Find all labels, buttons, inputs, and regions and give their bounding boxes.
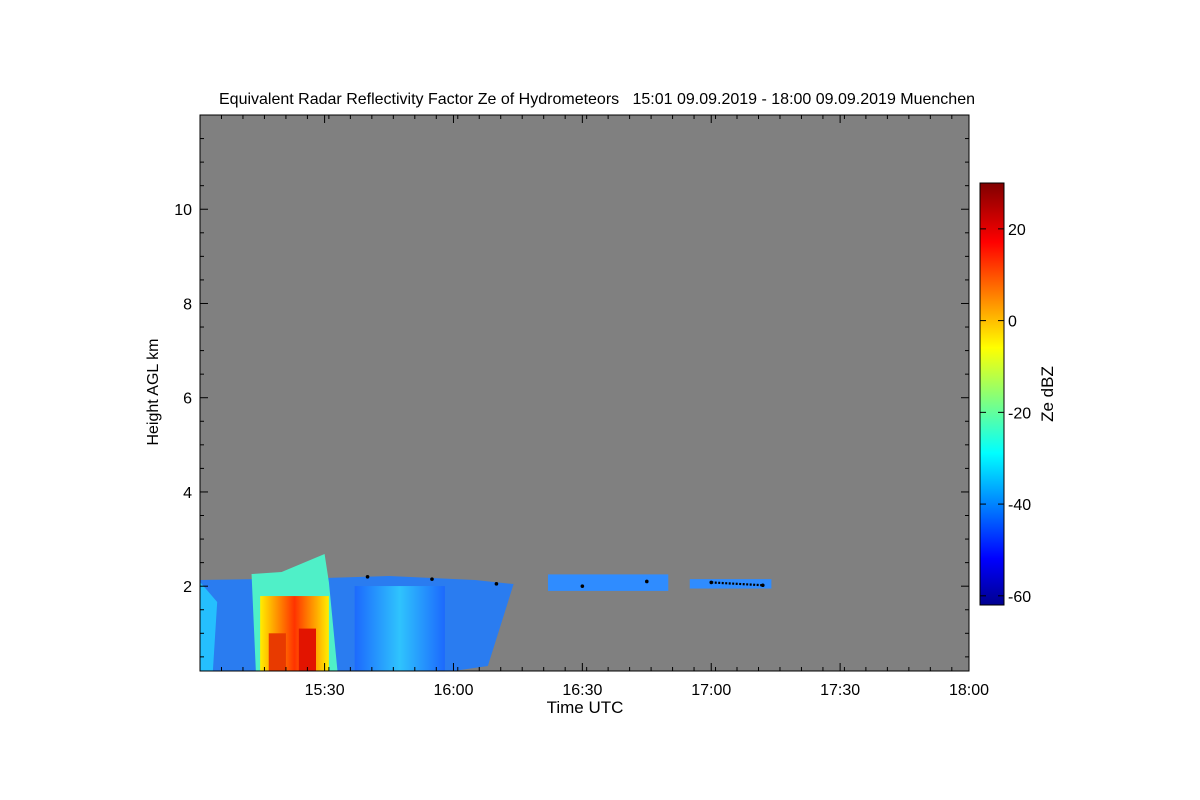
colorbar-tick-label: 20 — [1008, 222, 1026, 239]
x-tick-label: 16:30 — [562, 682, 602, 699]
cloud-base-point — [365, 574, 370, 579]
cloud-base-point — [760, 583, 765, 588]
cloud-base-point — [430, 577, 434, 581]
cloud-base-point — [494, 582, 499, 586]
echo-region — [547, 574, 669, 591]
colorbar-label: Ze dBZ — [1038, 366, 1057, 422]
y-tick-label: 10 — [174, 202, 192, 219]
colorbar-tick-label: -60 — [1008, 589, 1031, 606]
echo-peak-column — [298, 628, 316, 671]
colorbar-tick-label: -40 — [1008, 497, 1031, 514]
colorbar — [979, 182, 1005, 606]
x-tick-label: 17:00 — [691, 682, 731, 699]
x-tick-label: 15:30 — [305, 682, 345, 699]
colorbar-tick-label: -20 — [1008, 405, 1031, 422]
colorbar-tick-label: 0 — [1008, 314, 1017, 331]
cloud-base-point — [580, 584, 585, 588]
echo-peak-column — [268, 633, 286, 671]
x-tick-label: 18:00 — [949, 682, 989, 699]
chart-title: Equivalent Radar Reflectivity Factor Ze … — [219, 91, 975, 108]
echo-fallstreaks — [354, 586, 445, 671]
y-tick-label: 6 — [183, 391, 192, 408]
radar-chart: Equivalent Radar Reflectivity Factor Ze … — [145, 91, 1057, 717]
x-tick-label: 16:00 — [433, 682, 473, 699]
x-axis-label: Time UTC — [547, 698, 624, 717]
y-tick-label: 4 — [183, 485, 192, 502]
y-axis-label: Height AGL km — [145, 338, 162, 445]
x-tick-label: 17:30 — [820, 682, 860, 699]
y-tick-label: 8 — [183, 296, 192, 313]
cloud-base-point — [709, 580, 714, 585]
cloud-base-point — [644, 579, 649, 584]
y-tick-label: 2 — [183, 579, 192, 596]
